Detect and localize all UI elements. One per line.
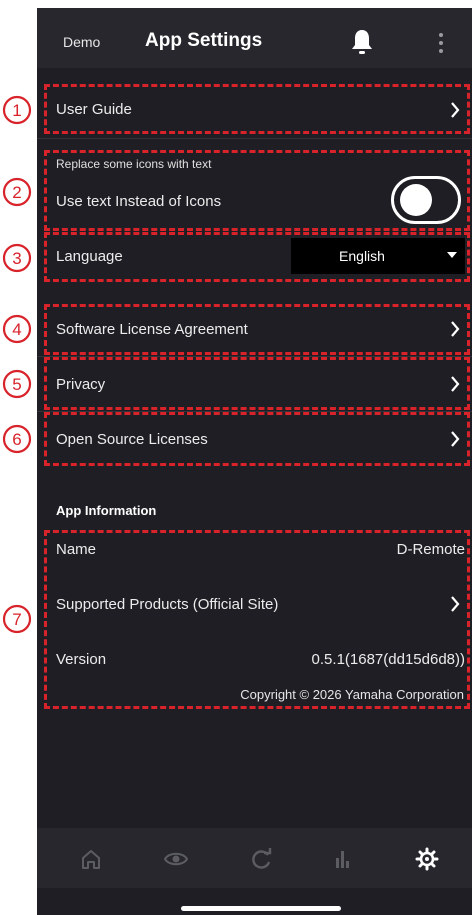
annotation-box-3: [44, 232, 470, 282]
callout-1: 1: [2, 95, 32, 125]
svg-text:1: 1: [12, 101, 21, 120]
more-options-icon[interactable]: [437, 32, 445, 54]
callout-7: 7: [2, 604, 32, 634]
divider: [37, 138, 472, 139]
annotation-box-6: [44, 412, 470, 466]
home-icon[interactable]: [78, 846, 104, 872]
refresh-icon[interactable]: [248, 846, 274, 872]
annotation-box-5: [44, 357, 470, 410]
svg-text:7: 7: [12, 610, 21, 629]
svg-text:4: 4: [12, 320, 21, 339]
callout-5: 5: [2, 369, 32, 399]
demo-label[interactable]: Demo: [63, 34, 100, 50]
meter-icon[interactable]: [329, 846, 355, 872]
home-indicator[interactable]: [181, 906, 341, 911]
app-information-heading: App Information: [56, 503, 157, 518]
status-bar: [37, 0, 472, 8]
callout-3: 3: [2, 243, 32, 273]
tab-bar: [37, 828, 472, 888]
annotation-box-4: [44, 304, 470, 355]
app-header: Demo App Settings: [37, 8, 472, 68]
bell-icon[interactable]: [351, 28, 373, 56]
callout-4: 4: [2, 314, 32, 344]
annotation-box-7: [44, 530, 470, 709]
svg-text:6: 6: [12, 430, 21, 449]
annotation-box-1: [44, 84, 470, 134]
callout-6: 6: [2, 424, 32, 454]
svg-text:2: 2: [12, 183, 21, 202]
svg-text:5: 5: [12, 375, 21, 394]
annotation-box-2: [44, 150, 470, 231]
eye-icon[interactable]: [163, 846, 189, 872]
callout-2: 2: [2, 177, 32, 207]
page-title: App Settings: [145, 30, 263, 51]
svg-text:3: 3: [12, 249, 21, 268]
gear-icon[interactable]: [414, 846, 440, 872]
